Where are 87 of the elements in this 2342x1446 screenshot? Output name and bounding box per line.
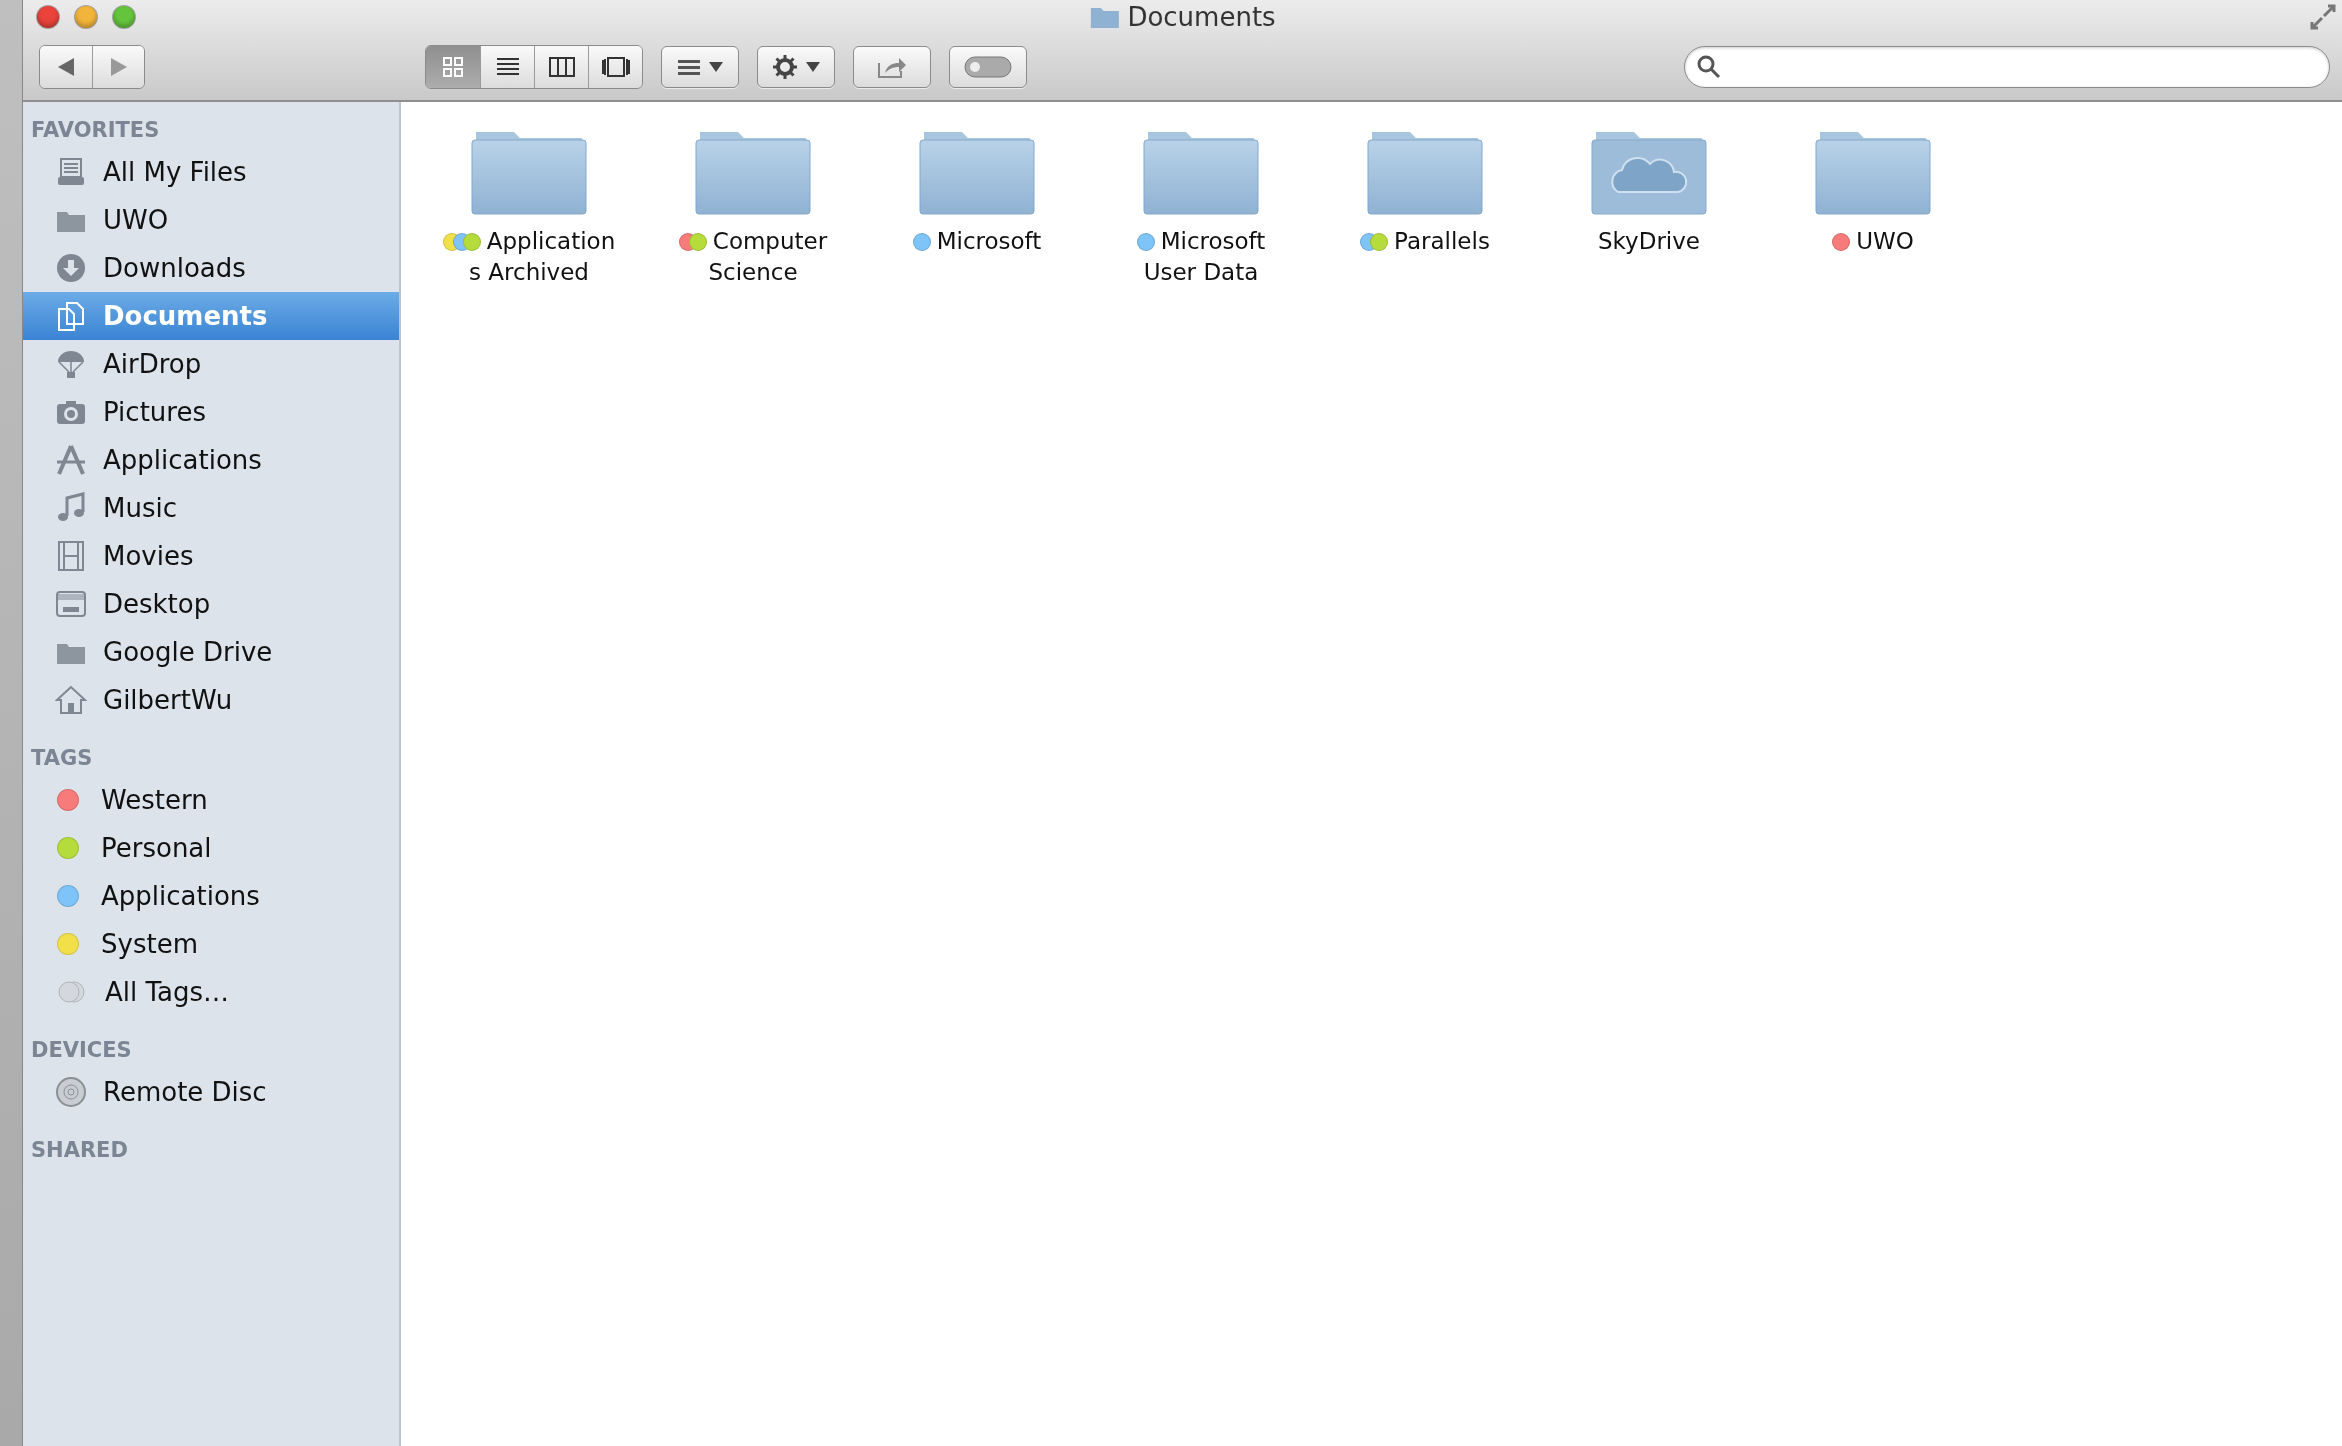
- sidebar-item-label: Documents: [103, 301, 268, 331]
- sidebar-item-label: All My Files: [103, 157, 247, 187]
- view-button[interactable]: [480, 46, 534, 88]
- file-name: Microsoft: [936, 227, 1042, 256]
- sidebar-item[interactable]: AirDrop: [23, 340, 399, 388]
- sidebar-item-label: Personal: [101, 833, 212, 863]
- sidebar-item[interactable]: Applications: [23, 872, 399, 920]
- sidebar-item[interactable]: All Tags…: [23, 968, 399, 1016]
- film-strip-icon: [55, 540, 87, 572]
- pencil-ruler-icon: [55, 444, 87, 476]
- sidebar-item[interactable]: Desktop: [23, 580, 399, 628]
- sidebar-item[interactable]: Personal: [23, 824, 399, 872]
- file-tray-icon: [55, 156, 87, 188]
- zoom-button[interactable]: [113, 6, 135, 28]
- file-name: Application: [486, 227, 616, 256]
- sidebar-item-label: UWO: [103, 205, 169, 235]
- fullscreen-icon[interactable]: [2310, 4, 2336, 30]
- sidebar-item-label: System: [101, 929, 198, 959]
- search-field[interactable]: [1684, 46, 2330, 88]
- view-button[interactable]: [534, 46, 588, 88]
- parachute-icon: [55, 348, 87, 380]
- sidebar-item[interactable]: GilbertWu: [23, 676, 399, 724]
- music-note-icon: [55, 492, 87, 524]
- download-icon: [55, 252, 87, 284]
- view-button[interactable]: [588, 46, 642, 88]
- sidebar-item[interactable]: Movies: [23, 532, 399, 580]
- sidebar-item-label: GilbertWu: [103, 685, 233, 715]
- sidebar-item-label: Applications: [101, 881, 260, 911]
- sidebar-item[interactable]: Google Drive: [23, 628, 399, 676]
- section-header: DEVICES: [30, 1037, 133, 1064]
- search-icon: [1697, 55, 1721, 79]
- sidebar-item-label: AirDrop: [103, 349, 202, 379]
- file-name: Microsoft: [1160, 227, 1266, 256]
- toggle-pill-icon: [964, 56, 1012, 78]
- action-button[interactable]: [757, 46, 835, 88]
- icon-grid-icon: [442, 56, 464, 78]
- caret-icon: [709, 62, 723, 72]
- back-button[interactable]: [40, 46, 92, 88]
- tag-button[interactable]: [949, 46, 1027, 88]
- sidebar-item-label: Movies: [103, 541, 194, 571]
- section-header: TAGS: [30, 745, 94, 772]
- file-name: User Data: [1143, 258, 1259, 287]
- sidebar-item-label: Pictures: [103, 397, 206, 427]
- window-title: Documents: [1127, 2, 1276, 32]
- documents-icon: [55, 300, 87, 332]
- minimize-button[interactable]: [75, 6, 97, 28]
- share-button[interactable]: [853, 46, 931, 88]
- section-header: FAVORITES: [30, 117, 161, 144]
- sidebar-item-label: Google Drive: [103, 637, 273, 667]
- file-name: UWO: [1856, 227, 1914, 256]
- sidebar-item[interactable]: System: [23, 920, 399, 968]
- sidebar-item-label: Remote Disc: [103, 1077, 267, 1107]
- file-name: Science: [708, 258, 798, 287]
- file-name: Parallels: [1394, 227, 1490, 256]
- caret-icon: [806, 62, 820, 72]
- cover-flow-icon: [600, 56, 631, 78]
- sidebar-item[interactable]: Western: [23, 776, 399, 824]
- sidebar-item-label: Western: [101, 785, 208, 815]
- sidebar-item[interactable]: Applications: [23, 436, 399, 484]
- house-icon: [55, 684, 87, 716]
- sidebar-item[interactable]: UWO: [23, 196, 399, 244]
- file-name: SkyDrive: [1598, 227, 1700, 256]
- sidebar-item[interactable]: Music: [23, 484, 399, 532]
- sidebar-item[interactable]: Pictures: [23, 388, 399, 436]
- share-icon: [877, 55, 907, 79]
- list-icon: [495, 56, 520, 78]
- file-name: Computer: [712, 227, 828, 256]
- arrange-button[interactable]: [661, 46, 739, 88]
- desktop-icon: [55, 588, 87, 620]
- section-header: SHARED: [30, 1137, 129, 1164]
- disc-icon: [55, 1076, 87, 1108]
- sidebar-item[interactable]: Remote Disc: [23, 1068, 399, 1116]
- folder-icon: [1089, 5, 1120, 29]
- sidebar-item-label: Music: [103, 493, 177, 523]
- sidebar-item[interactable]: All My Files: [23, 148, 399, 196]
- sidebar-item-label: All Tags…: [105, 977, 230, 1007]
- columns-icon: [548, 56, 575, 78]
- sidebar-item-label: Desktop: [103, 589, 211, 619]
- file-name: s Archived: [469, 258, 589, 287]
- close-button[interactable]: [37, 6, 59, 28]
- gear-icon: [772, 54, 798, 80]
- back-icon: [58, 58, 74, 76]
- forward-icon: [110, 58, 127, 76]
- forward-button[interactable]: [92, 46, 144, 88]
- sidebar-item[interactable]: Downloads: [23, 244, 399, 292]
- sidebar-item-label: Applications: [103, 445, 262, 475]
- sidebar-item-label: Downloads: [103, 253, 246, 283]
